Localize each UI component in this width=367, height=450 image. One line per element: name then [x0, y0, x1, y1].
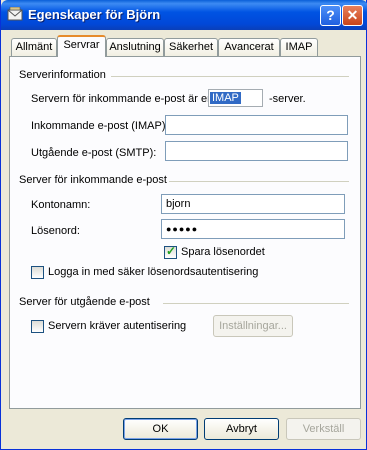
- password-label: Lösenord:: [31, 225, 80, 237]
- secure-login-checkbox[interactable]: [31, 266, 44, 279]
- password-field[interactable]: ●●●●●: [161, 219, 345, 239]
- outgoing-server-field[interactable]: [165, 141, 348, 161]
- incoming-type-suffix: -server.: [269, 93, 306, 105]
- tab-imap[interactable]: IMAP: [280, 38, 318, 56]
- incoming-server-label: Inkommande e-post (IMAP):: [31, 120, 169, 132]
- properties-dialog: Egenskaper för Björn ? ✕ Allmänt Servrar…: [0, 0, 367, 450]
- tab-allmant[interactable]: Allmänt: [11, 38, 57, 56]
- divider: [163, 303, 349, 304]
- outgoing-server-label: Utgående e-post (SMTP):: [31, 147, 157, 159]
- account-name-label: Kontonamn:: [31, 199, 91, 211]
- secure-login-label: Logga in med säker lösenordsautentiserin…: [48, 266, 259, 278]
- ok-button[interactable]: OK: [123, 418, 198, 440]
- save-password-label: Spara lösenordet: [181, 246, 265, 258]
- save-password-checkbox[interactable]: ✓: [164, 244, 177, 259]
- server-info-heading: Serverinformation: [19, 69, 106, 81]
- divider: [111, 76, 349, 77]
- settings-button[interactable]: Inställningar...: [213, 315, 293, 337]
- checkmark-icon: ✓: [166, 244, 177, 258]
- incoming-server-field[interactable]: [165, 115, 348, 135]
- title-bar[interactable]: Egenskaper för Björn ? ✕: [1, 0, 367, 30]
- incoming-type-field: IMAP: [208, 89, 263, 107]
- tab-sakerhet[interactable]: Säkerhet: [164, 38, 218, 56]
- window-title: Egenskaper för Björn: [28, 7, 161, 22]
- apply-button[interactable]: Verkställ: [286, 418, 361, 440]
- mail-account-icon: [7, 7, 23, 21]
- tab-anslutning[interactable]: Anslutning: [106, 38, 164, 56]
- divider: [169, 181, 349, 182]
- tab-avancerat[interactable]: Avancerat: [218, 38, 280, 56]
- requires-auth-label: Servern kräver autentisering: [48, 320, 187, 332]
- help-button[interactable]: ?: [320, 5, 341, 26]
- tab-servrar[interactable]: Servrar: [57, 35, 106, 57]
- incoming-type-value: IMAP: [210, 92, 241, 104]
- outgoing-server-heading: Server för utgående e-post: [19, 296, 150, 308]
- incoming-server-heading: Server för inkommande e-post: [19, 174, 167, 186]
- incoming-type-prefix: Servern för inkommande e-post är en: [31, 93, 214, 105]
- cancel-button[interactable]: Avbryt: [204, 418, 279, 440]
- requires-auth-checkbox[interactable]: [31, 320, 44, 333]
- close-button[interactable]: ✕: [342, 5, 363, 26]
- account-name-field[interactable]: bjorn: [161, 194, 345, 214]
